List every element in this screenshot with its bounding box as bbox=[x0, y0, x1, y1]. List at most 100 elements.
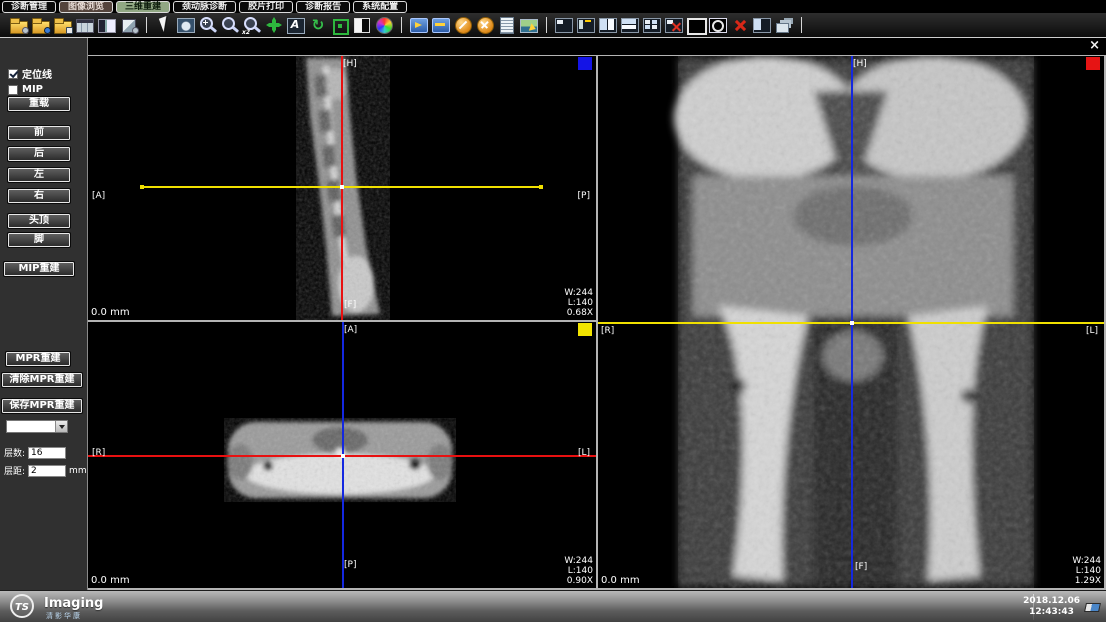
crosshair-center-dot[interactable] bbox=[341, 454, 345, 458]
slice-count-input[interactable] bbox=[28, 447, 66, 459]
right-button[interactable]: 右 bbox=[8, 189, 70, 203]
invert-image-icon[interactable] bbox=[352, 15, 372, 35]
scale-value: 1.29X bbox=[1072, 576, 1101, 586]
cascade-windows-icon[interactable] bbox=[774, 15, 794, 35]
layout-two-horizontal-icon[interactable] bbox=[620, 15, 640, 35]
level-value: L:140 bbox=[564, 298, 593, 308]
orientation-label-right: [L] bbox=[578, 448, 590, 458]
tab-film-print[interactable]: 胶片打印 bbox=[239, 1, 293, 13]
color-palette-icon[interactable] bbox=[374, 15, 394, 35]
viewport-coronal[interactable]: [H] [R] [L] [F] 0.0 mm W:244 L:140 1.29X bbox=[598, 56, 1104, 588]
layout-two-vertical-icon[interactable] bbox=[598, 15, 618, 35]
status-bar: TS Imaging 清影华康 2018.12.06 12:43:43 bbox=[0, 590, 1106, 622]
slice-count-label: 层数: bbox=[4, 446, 25, 459]
tab-carotid-diagnosis[interactable]: 颈动脉诊断 bbox=[173, 1, 236, 13]
tab-diagnosis-management[interactable]: 诊断管理 bbox=[2, 1, 56, 13]
crosshair-center-dot[interactable] bbox=[850, 321, 854, 325]
toolbar-separator bbox=[401, 17, 402, 33]
orientation-label-right: [L] bbox=[1086, 326, 1098, 336]
front-button[interactable]: 前 bbox=[8, 126, 70, 140]
cursor-arrow-icon[interactable] bbox=[154, 15, 174, 35]
head-button[interactable]: 头顶 bbox=[8, 214, 70, 228]
delete-annotations-icon[interactable] bbox=[730, 15, 750, 35]
position-readout: 0.0 mm bbox=[91, 575, 130, 586]
save-mpr-button[interactable]: 保存MPR重建 bbox=[2, 399, 82, 413]
close-icon[interactable]: × bbox=[1089, 39, 1100, 53]
crosshair-handle-right[interactable] bbox=[539, 185, 543, 189]
back-button[interactable]: 后 bbox=[8, 147, 70, 161]
scale-value: 0.68X bbox=[564, 308, 593, 318]
compare-split-icon[interactable] bbox=[97, 15, 117, 35]
zoom-interactive-icon[interactable] bbox=[220, 15, 240, 35]
layout-quad-icon[interactable] bbox=[642, 15, 662, 35]
shape-rectangle-icon[interactable] bbox=[686, 15, 706, 35]
push-batch-icon[interactable] bbox=[431, 15, 451, 35]
level-value: L:140 bbox=[1072, 566, 1101, 576]
orientation-label-top: [A] bbox=[344, 325, 357, 335]
orientation-label-bottom: [F] bbox=[344, 300, 356, 310]
tab-image-browse[interactable]: 图像浏览 bbox=[59, 1, 113, 13]
zoom-x2-icon[interactable]: x2 bbox=[242, 15, 262, 35]
orientation-label-top: [H] bbox=[343, 59, 357, 69]
viewport-link-tag-red[interactable] bbox=[1086, 57, 1100, 70]
fit-to-window-icon[interactable] bbox=[330, 15, 350, 35]
reload-button[interactable]: 重载 bbox=[8, 97, 70, 111]
orientation-label-left: [A] bbox=[92, 191, 105, 201]
menu-bar: 诊断管理 图像浏览 三维重建 颈动脉诊断 胶片打印 诊断报告 系统配置 bbox=[0, 0, 1106, 13]
volume-cube-icon[interactable] bbox=[119, 15, 139, 35]
clear-mpr-button[interactable]: 清除MPR重建 bbox=[2, 373, 82, 387]
mpr-rebuild-button[interactable]: MPR重建 bbox=[6, 352, 70, 366]
push-series-icon[interactable] bbox=[409, 15, 429, 35]
viewport-axial[interactable]: [A] [R] [L] [P] 0.0 mm W:244 L:140 0.90X bbox=[88, 322, 596, 588]
layout-single-icon[interactable] bbox=[554, 15, 574, 35]
refresh-reset-icon[interactable]: ↻ bbox=[308, 15, 328, 35]
open-folder-add-icon[interactable] bbox=[31, 15, 51, 35]
pan-move-icon[interactable] bbox=[264, 15, 284, 35]
window-level-readout: W:244 L:140 0.90X bbox=[564, 556, 593, 586]
crosshair-center-dot[interactable] bbox=[340, 185, 344, 189]
layout-side-info-icon[interactable] bbox=[576, 15, 596, 35]
window-value: W:244 bbox=[564, 556, 593, 566]
tab-3d-reconstruction[interactable]: 三维重建 bbox=[116, 1, 170, 13]
slice-count-row: 层数: bbox=[4, 446, 66, 459]
viewport-link-tag-blue[interactable] bbox=[578, 57, 592, 70]
measure-tools-icon[interactable] bbox=[475, 15, 495, 35]
orientation-label-left: [R] bbox=[92, 448, 105, 458]
open-study-folder-icon[interactable] bbox=[9, 15, 29, 35]
statusbar-flag-icon bbox=[1084, 603, 1101, 612]
window-level-icon[interactable] bbox=[176, 15, 196, 35]
layout-split-vertical-icon[interactable] bbox=[752, 15, 772, 35]
shape-ellipse-icon[interactable] bbox=[708, 15, 728, 35]
chevron-down-icon[interactable] bbox=[55, 421, 67, 432]
mip-rebuild-button[interactable]: MIP重建 bbox=[4, 262, 74, 276]
mip-checkbox-row: MIP bbox=[8, 84, 43, 95]
export-image-icon[interactable] bbox=[519, 15, 539, 35]
left-button[interactable]: 左 bbox=[8, 168, 70, 182]
orientation-label-right: [P] bbox=[578, 191, 590, 201]
slice-gap-unit: mm bbox=[69, 466, 87, 476]
localizer-checkbox[interactable] bbox=[8, 69, 18, 79]
crosshair-handle-left[interactable] bbox=[140, 185, 144, 189]
viewport-sagittal[interactable]: [H] [A] [P] [F] 0.0 mm W:244 L:140 0.68X bbox=[88, 56, 596, 320]
preset-dropdown[interactable] bbox=[6, 420, 68, 433]
date-value: 2018.12.06 bbox=[1023, 596, 1080, 607]
viewport-link-tag-yellow[interactable] bbox=[578, 323, 592, 336]
slice-gap-label: 层距: bbox=[4, 464, 25, 477]
localizer-checkbox-row: 定位线 bbox=[8, 66, 52, 81]
window-value: W:244 bbox=[564, 288, 593, 298]
report-document-icon[interactable] bbox=[497, 15, 517, 35]
zoom-in-icon[interactable] bbox=[198, 15, 218, 35]
worklist-table-icon[interactable] bbox=[75, 15, 95, 35]
slice-gap-input[interactable] bbox=[28, 465, 66, 477]
save-folder-icon[interactable] bbox=[53, 15, 73, 35]
toolbar: x2 A ↻ bbox=[0, 13, 1106, 38]
orientation-label-left: [R] bbox=[601, 326, 614, 336]
scale-value: 0.90X bbox=[564, 576, 593, 586]
mip-checkbox[interactable] bbox=[8, 85, 18, 95]
tab-system-config[interactable]: 系统配置 bbox=[353, 1, 407, 13]
measure-draw-icon[interactable] bbox=[453, 15, 473, 35]
foot-button[interactable]: 脚 bbox=[8, 233, 70, 247]
close-viewport-icon[interactable] bbox=[664, 15, 684, 35]
tab-diagnosis-report[interactable]: 诊断报告 bbox=[296, 1, 350, 13]
annotation-text-icon[interactable]: A bbox=[286, 15, 306, 35]
